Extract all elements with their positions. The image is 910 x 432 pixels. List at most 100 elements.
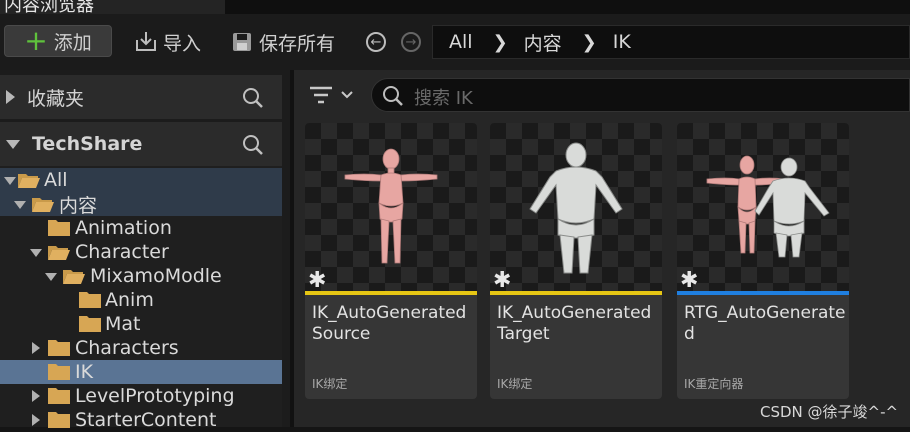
star-icon: ✱ bbox=[680, 268, 699, 293]
back-button[interactable]: ← bbox=[366, 32, 386, 52]
folder-icon bbox=[48, 340, 70, 356]
tree-item-label: All bbox=[44, 169, 68, 191]
search-icon[interactable] bbox=[242, 134, 264, 156]
search-icon[interactable] bbox=[242, 87, 264, 109]
tree-item-startercontent[interactable]: StarterContent bbox=[0, 408, 282, 432]
asset-name-line: IK_AutoGenerated bbox=[312, 303, 467, 323]
tree-item-mixamomodle[interactable]: MixamoModle bbox=[0, 264, 282, 288]
asset-tile[interactable]: ✱ IK_AutoGenerated Source IK绑定 bbox=[305, 123, 477, 399]
expanded-arrow-icon[interactable] bbox=[4, 177, 16, 185]
tree-item-levelprototyping[interactable]: LevelPrototyping bbox=[0, 384, 282, 408]
folder-open-icon bbox=[18, 174, 40, 188]
tree-item-all[interactable]: All bbox=[0, 168, 282, 192]
expanded-arrow-icon[interactable] bbox=[30, 249, 42, 257]
asset-type-label: IK绑定 bbox=[497, 377, 533, 391]
expanded-arrow-icon[interactable] bbox=[14, 201, 26, 209]
tree-item-ik[interactable]: IK bbox=[0, 360, 282, 384]
asset-tile[interactable]: ✱ RTG_AutoGenerated IK重定向器 bbox=[677, 123, 849, 399]
asset-name: IK_AutoGenerated Target bbox=[497, 303, 659, 345]
content-browser-tab[interactable]: 内容浏览器 bbox=[0, 0, 225, 14]
add-button[interactable]: + 添加 bbox=[4, 25, 112, 57]
folder-open-icon bbox=[63, 270, 85, 284]
star-icon: ✱ bbox=[493, 268, 512, 293]
folder-icon bbox=[79, 292, 101, 308]
expanded-arrow-icon[interactable] bbox=[45, 273, 57, 281]
tree-item-label: Character bbox=[75, 241, 169, 263]
chevron-right-icon[interactable]: ❯ bbox=[493, 32, 508, 53]
search-input[interactable]: 搜索 IK bbox=[414, 84, 473, 110]
import-button[interactable]: 导入 bbox=[133, 28, 201, 56]
breadcrumb: All ❯ 内容 ❯ IK bbox=[432, 25, 910, 59]
mannequin-pink-icon bbox=[344, 148, 438, 264]
tree-item-label: 内容 bbox=[59, 194, 98, 217]
asset-name-line: IK_AutoGenerated bbox=[497, 303, 652, 323]
folder-icon bbox=[48, 220, 70, 236]
import-icon bbox=[136, 32, 156, 51]
save-all-button[interactable]: 保存所有 bbox=[231, 28, 335, 56]
save-icon bbox=[233, 33, 251, 51]
breadcrumb-item-ik[interactable]: IK bbox=[613, 31, 631, 53]
toolbar: + 添加 导入 保存所有 ← → All ❯ 内容 ❯ IK bbox=[0, 14, 910, 70]
folder-icon bbox=[79, 316, 101, 332]
collapsed-arrow-icon[interactable] bbox=[32, 414, 40, 426]
asset-name: IK_AutoGenerated Source bbox=[312, 303, 474, 345]
asset-type-stripe bbox=[305, 291, 477, 295]
asset-type-label: IK重定向器 bbox=[684, 377, 744, 391]
asset-search[interactable]: 搜索 IK bbox=[371, 78, 910, 112]
asset-thumbnail: ✱ bbox=[677, 123, 849, 292]
asset-type-label: IK绑定 bbox=[312, 377, 348, 391]
filter-icon bbox=[310, 86, 353, 104]
plus-icon: + bbox=[24, 24, 48, 57]
tree-item-label: Animation bbox=[75, 217, 172, 239]
tree-item-characters[interactable]: Characters bbox=[0, 336, 282, 360]
asset-type-stripe bbox=[677, 291, 849, 295]
asset-thumbnail: ✱ bbox=[305, 123, 477, 292]
expand-arrow-icon[interactable] bbox=[6, 90, 15, 104]
mannequin-white-icon bbox=[529, 142, 623, 274]
tree-item-content[interactable]: 内容 bbox=[0, 192, 282, 217]
tree-item-mat[interactable]: Mat bbox=[0, 312, 282, 336]
tree-item-label: LevelPrototyping bbox=[75, 385, 235, 407]
favorites-label: 收藏夹 bbox=[27, 87, 85, 110]
filter-button[interactable] bbox=[306, 78, 358, 116]
folder-tree: All 内容 Animation Character MixamoModle A… bbox=[0, 166, 282, 431]
asset-tile[interactable]: ✱ IK_AutoGenerated Target IK绑定 bbox=[490, 123, 662, 399]
breadcrumb-item-all[interactable]: All bbox=[449, 31, 473, 53]
folder-icon bbox=[48, 364, 70, 380]
forward-arrow-icon: → bbox=[405, 34, 417, 50]
tree-item-label: MixamoModle bbox=[90, 265, 222, 287]
asset-name: RTG_AutoGenerated bbox=[684, 303, 846, 344]
asset-name-line: Target bbox=[497, 324, 550, 344]
asset-thumbnail: ✱ bbox=[490, 123, 662, 292]
retarget-mannequins-icon bbox=[706, 155, 830, 258]
watermark-text: CSDN @徐子竣^-^ bbox=[760, 403, 899, 421]
back-arrow-icon: ← bbox=[370, 34, 382, 50]
title-bar: 内容浏览器 bbox=[0, 0, 910, 14]
favorites-section[interactable]: 收藏夹 bbox=[0, 75, 282, 119]
project-label: TechShare bbox=[32, 133, 143, 155]
asset-name-line: Source bbox=[312, 324, 371, 344]
search-icon bbox=[383, 86, 403, 106]
breadcrumb-item-content[interactable]: 内容 bbox=[524, 29, 562, 56]
star-icon: ✱ bbox=[308, 268, 327, 293]
collapse-arrow-icon[interactable] bbox=[6, 139, 20, 149]
tree-item-label: IK bbox=[75, 361, 94, 383]
tree-item-label: Characters bbox=[75, 337, 179, 359]
folder-icon bbox=[48, 412, 70, 428]
tree-item-character[interactable]: Character bbox=[0, 240, 282, 264]
tree-item-label: StarterContent bbox=[75, 409, 217, 431]
tab-title: 内容浏览器 bbox=[4, 0, 94, 14]
asset-type-stripe bbox=[490, 291, 662, 295]
forward-button[interactable]: → bbox=[401, 32, 421, 52]
tree-item-label: Mat bbox=[105, 313, 141, 335]
project-section[interactable]: TechShare bbox=[0, 122, 282, 166]
collapsed-arrow-icon[interactable] bbox=[32, 390, 40, 402]
tree-item-animation[interactable]: Animation bbox=[0, 216, 282, 240]
tree-item-anim[interactable]: Anim bbox=[0, 288, 282, 312]
add-label: 添加 bbox=[53, 31, 92, 54]
folder-open-icon bbox=[48, 246, 70, 260]
import-label: 导入 bbox=[163, 32, 202, 55]
collapsed-arrow-icon[interactable] bbox=[32, 342, 40, 354]
folder-icon bbox=[48, 388, 70, 404]
chevron-right-icon[interactable]: ❯ bbox=[582, 32, 597, 53]
